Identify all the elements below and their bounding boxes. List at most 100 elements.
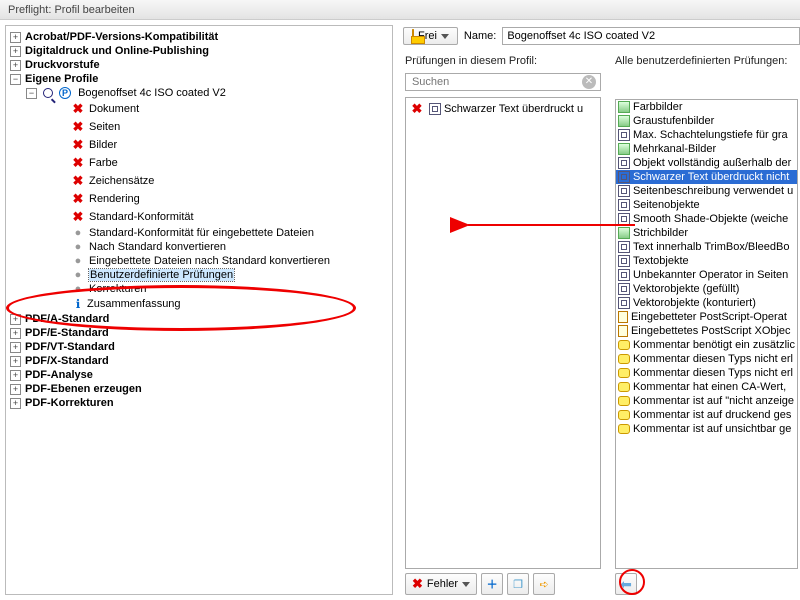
severity-dropdown[interactable]: ✖ Fehler [405,573,477,595]
tree-item[interactable]: ✖Rendering [52,190,392,208]
expand-icon[interactable]: − [10,74,21,85]
expand-icon[interactable]: + [10,384,21,395]
tree-item[interactable]: +PDF-Ebenen erzeugen [6,382,392,396]
all-check-item[interactable]: Textobjekte [616,254,797,268]
profile-name-input[interactable] [502,27,800,45]
all-check-item[interactable]: Kommentar benötigt ein zusätzlic [616,338,797,352]
object-icon [618,185,630,197]
tree-item[interactable]: −Eigene Profile [6,72,392,86]
tree-item[interactable]: ●Benutzerdefinierte Prüfungen [52,268,392,282]
tree-item[interactable]: −P Bogenoffset 4c ISO coated V2 [22,86,392,100]
tree-item[interactable]: +Druckvorstufe [6,58,392,72]
all-check-item[interactable]: Mehrkanal-Bilder [616,142,797,156]
all-check-item[interactable]: Unbekannter Operator in Seiten [616,268,797,282]
all-check-item[interactable]: Kommentar ist auf druckend ges [616,408,797,422]
expand-icon[interactable]: + [10,32,21,43]
expand-icon[interactable]: + [10,46,21,57]
all-check-item[interactable]: Max. Schachtelungstiefe für gra [616,128,797,142]
all-check-item[interactable]: Eingebettetes PostScript XObjec [616,324,797,338]
comment-icon [618,424,630,434]
all-check-item[interactable]: Kommentar ist auf unsichtbar ge [616,422,797,436]
profile-checks-column: Prüfungen in diesem Profil: ✕ ✖ Schwarze… [403,53,603,595]
profile-checks-list[interactable]: ✖ Schwarzer Text überdruckt u [405,97,601,569]
tree-item[interactable]: ✖Standard-Konformität [52,208,392,226]
document-icon [618,325,628,337]
tree-label: Zusammenfassung [87,298,181,310]
duplicate-button[interactable]: ❐ [507,573,529,595]
search-input[interactable] [410,75,582,89]
tree-item[interactable]: +PDF-Analyse [6,368,392,382]
tree-item[interactable]: +PDF/E-Standard [6,326,392,340]
tree-item[interactable]: +PDF-Korrekturen [6,396,392,410]
all-check-item[interactable]: Smooth Shade-Objekte (weiche [616,212,797,226]
clear-search-icon[interactable]: ✕ [582,75,596,89]
all-check-item[interactable]: Kommentar ist auf "nicht anzeige [616,394,797,408]
tree-item[interactable]: +Digitaldruck und Online-Publishing [6,44,392,58]
tree-item[interactable]: ●Nach Standard konvertieren [52,240,392,254]
tree-item[interactable]: +PDF/X-Standard [6,354,392,368]
tree-item[interactable]: + Acrobat/PDF-Versions-Kompatibilität [6,30,392,44]
all-check-item[interactable]: Text innerhalb TrimBox/BleedBo [616,240,797,254]
all-check-item[interactable]: Farbbilder [616,100,797,114]
all-check-item[interactable]: Strichbilder [616,226,797,240]
all-checks-list[interactable]: FarbbilderGraustufenbilderMax. Schachtel… [615,99,798,569]
tree-label: PDF/VT-Standard [25,341,115,353]
tree-label: Eigene Profile [25,73,98,85]
object-icon [618,199,630,211]
profile-check-item[interactable]: ✖ Schwarzer Text überdruckt u [408,100,598,118]
tree-item[interactable]: ℹZusammenfassung [52,296,392,312]
object-icon [618,171,630,183]
add-button[interactable]: ＋ [481,573,503,595]
move-right-button[interactable]: ➪ [533,573,555,595]
all-check-item[interactable]: Eingebetteter PostScript-Operat [616,310,797,324]
all-check-item[interactable]: Kommentar hat einen CA-Wert, [616,380,797,394]
lock-dropdown[interactable]: Frei [403,27,458,45]
all-check-item[interactable]: Kommentar diesen Typs nicht erl [616,352,797,366]
expand-icon[interactable]: + [10,314,21,325]
comment-icon [618,410,630,420]
move-left-button[interactable]: ⬅ [615,573,637,595]
all-check-item[interactable]: Seitenobjekte [616,198,797,212]
all-checks-toolbar: ⬅ [613,569,800,595]
copy-icon: ❐ [513,578,523,591]
tree-item[interactable]: ✖Farbe [52,154,392,172]
check-label: Schwarzer Text überdruckt u [444,103,583,115]
profile-tree[interactable]: + Acrobat/PDF-Versions-Kompatibilität+Dig… [6,30,392,410]
expand-icon[interactable]: + [10,328,21,339]
tree-item[interactable]: ●Eingebettete Dateien nach Standard konv… [52,254,392,268]
arrow-left-icon: ⬅ [620,576,632,593]
all-check-item[interactable]: Schwarzer Text überdruckt nicht [616,170,797,184]
tree-item[interactable]: + PDF/VT-Standard [6,340,392,354]
tree-item[interactable]: ✖Bilder [52,136,392,154]
checks-columns: Prüfungen in diesem Profil: ✕ ✖ Schwarze… [403,53,800,595]
tree-label: Standard-Konformität für eingebettete Da… [89,227,314,239]
object-icon [618,297,630,309]
expand-icon[interactable]: − [26,88,37,99]
all-check-item[interactable]: Seitenbeschreibung verwendet u [616,184,797,198]
expand-icon[interactable]: + [10,342,21,353]
window-titlebar: Preflight: Profil bearbeiten [0,0,800,20]
tree-item[interactable]: ●Korrekturen [52,282,392,296]
expand-icon[interactable]: + [10,370,21,381]
profile-tree-panel: + Acrobat/PDF-Versions-Kompatibilität+Dig… [5,25,393,595]
document-icon [618,311,628,323]
all-check-item[interactable]: Vektorobjekte (gefüllt) [616,282,797,296]
check-label: Eingebetteter PostScript-Operat [631,311,787,323]
all-check-item[interactable]: Graustufenbilder [616,114,797,128]
tree-label: Eingebettete Dateien nach Standard konve… [89,255,330,267]
tree-label: Acrobat/PDF-Versions-Kompatibilität [25,31,218,43]
tree-item[interactable]: +PDF/A-Standard [6,312,392,326]
check-label: Vektorobjekte (konturiert) [633,297,756,309]
tree-item[interactable]: ✖Zeichensätze [52,172,392,190]
tree-item[interactable]: ●Standard-Konformität für eingebettete D… [52,226,392,240]
all-check-item[interactable]: Objekt vollständig außerhalb der [616,156,797,170]
all-check-item[interactable]: Vektorobjekte (konturiert) [616,296,797,310]
disabled-dot-icon: ● [71,283,85,295]
profile-checks-search[interactable]: ✕ [405,73,601,91]
tree-item[interactable]: ✖Dokument [52,100,392,118]
expand-icon[interactable]: + [10,356,21,367]
expand-icon[interactable]: + [10,60,21,71]
expand-icon[interactable]: + [10,398,21,409]
all-check-item[interactable]: Kommentar diesen Typs nicht erl [616,366,797,380]
tree-item[interactable]: ✖Seiten [52,118,392,136]
